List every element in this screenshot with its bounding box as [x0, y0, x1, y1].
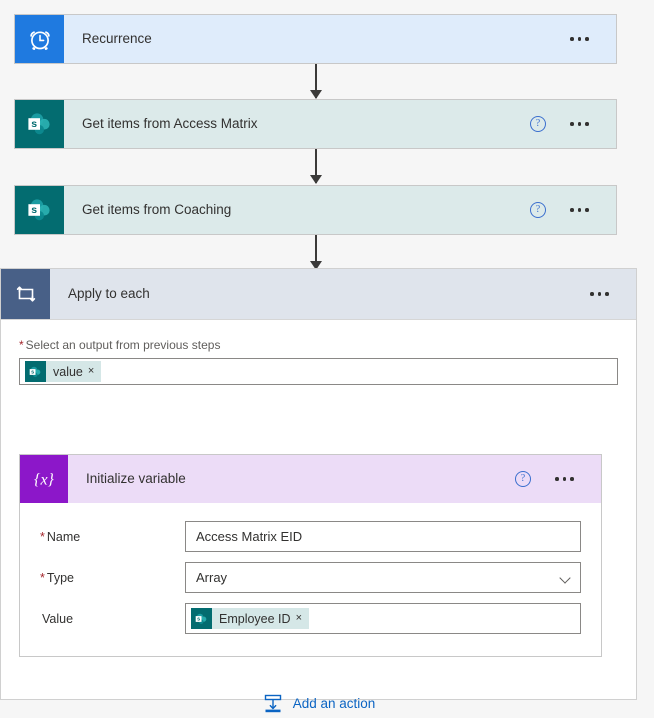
- loop-repeat-icon: [1, 269, 50, 319]
- overflow-menu-icon[interactable]: [590, 292, 616, 296]
- close-icon[interactable]: ×: [88, 366, 101, 377]
- sharepoint-icon: s: [15, 100, 64, 148]
- help-icon[interactable]: ?: [530, 202, 546, 218]
- help-icon[interactable]: ?: [515, 471, 531, 487]
- token-chip-value[interactable]: s value ×: [25, 361, 102, 382]
- overflow-menu-icon[interactable]: [570, 122, 596, 126]
- flow-step-initialize-variable: {x} Initialize variable ? * Name Access M…: [19, 454, 602, 657]
- add-an-action-button[interactable]: Add an action: [1, 692, 636, 714]
- select-output-input[interactable]: s value ×: [19, 358, 618, 385]
- value-field-label: Value: [40, 612, 185, 626]
- token-chip-label: value: [53, 364, 83, 379]
- scope-header-body[interactable]: Apply to each: [50, 269, 636, 319]
- required-asterisk: *: [40, 529, 45, 544]
- insert-action-icon: [262, 692, 284, 714]
- token-chip-label: Employee ID: [219, 611, 291, 626]
- name-input-value: Access Matrix EID: [196, 529, 303, 544]
- field-row-name: * Name Access Matrix EID: [40, 521, 581, 552]
- overflow-menu-icon[interactable]: [570, 37, 596, 41]
- type-select[interactable]: Array: [185, 562, 581, 593]
- required-asterisk: *: [19, 338, 24, 352]
- initialize-variable-body: * Name Access Matrix EID * Type Array Valu…: [20, 503, 601, 656]
- initialize-variable-header[interactable]: {x} Initialize variable ?: [20, 455, 601, 503]
- flow-step-get-items-access-matrix[interactable]: s Get items from Access Matrix ?: [14, 99, 617, 149]
- required-asterisk: *: [40, 570, 45, 585]
- svg-text:s: s: [197, 616, 200, 622]
- add-an-action-label: Add an action: [292, 695, 376, 711]
- value-field-label-text: Value: [42, 611, 74, 626]
- type-field-label-text: Type: [46, 570, 74, 585]
- select-output-label: * Select an output from previous steps: [19, 338, 618, 352]
- scope-header[interactable]: Apply to each: [1, 269, 636, 320]
- name-field-label: * Name: [40, 530, 185, 544]
- flow-step-get-items-coaching[interactable]: s Get items from Coaching ?: [14, 185, 617, 235]
- svg-text:{x}: {x}: [34, 472, 55, 489]
- select-output-field: * Select an output from previous steps s …: [1, 320, 636, 385]
- flow-step-get-items-access-matrix-body[interactable]: Get items from Access Matrix ?: [64, 100, 616, 148]
- sharepoint-icon: s: [15, 186, 64, 234]
- type-select-value: Array: [196, 570, 228, 585]
- chevron-down-icon[interactable]: [560, 572, 572, 584]
- alarm-clock-icon: [15, 15, 64, 63]
- help-icon[interactable]: ?: [530, 116, 546, 132]
- expression-braces-icon: {x}: [20, 455, 68, 503]
- connector-arrow: [310, 149, 322, 184]
- svg-text:s: s: [31, 369, 34, 375]
- connector-arrow: [310, 235, 322, 270]
- flow-step-title: Get items from Access Matrix: [82, 116, 258, 132]
- type-field-label: * Type: [40, 571, 185, 585]
- field-row-value: Value s Employee ID ×: [40, 603, 581, 634]
- sharepoint-icon: s: [191, 608, 212, 629]
- value-input[interactable]: s Employee ID ×: [185, 603, 581, 634]
- select-output-label-text: Select an output from previous steps: [25, 338, 221, 352]
- initialize-variable-title: Initialize variable: [86, 471, 186, 487]
- scope-title: Apply to each: [68, 286, 150, 302]
- svg-text:s: s: [31, 204, 37, 216]
- flow-step-recurrence[interactable]: Recurrence: [14, 14, 617, 64]
- connector-arrow: [310, 64, 322, 99]
- token-chip-employee-id[interactable]: s Employee ID ×: [191, 608, 309, 629]
- scope-apply-to-each: Apply to each * Select an output from pre…: [0, 268, 637, 713]
- scope-body: * Select an output from previous steps s …: [1, 320, 636, 713]
- initialize-variable-header-body[interactable]: Initialize variable ?: [68, 455, 601, 503]
- flow-step-title: Get items from Coaching: [82, 202, 232, 218]
- name-field-label-text: Name: [46, 529, 81, 544]
- flow-step-title: Recurrence: [82, 31, 152, 47]
- name-input[interactable]: Access Matrix EID: [185, 521, 581, 552]
- overflow-menu-icon[interactable]: [555, 477, 581, 481]
- field-row-type: * Type Array: [40, 562, 581, 593]
- flow-step-recurrence-body[interactable]: Recurrence: [64, 15, 616, 63]
- overflow-menu-icon[interactable]: [570, 208, 596, 212]
- svg-text:s: s: [31, 118, 37, 130]
- sharepoint-icon: s: [25, 361, 46, 382]
- close-icon[interactable]: ×: [296, 613, 309, 624]
- flow-step-get-items-coaching-body[interactable]: Get items from Coaching ?: [64, 186, 616, 234]
